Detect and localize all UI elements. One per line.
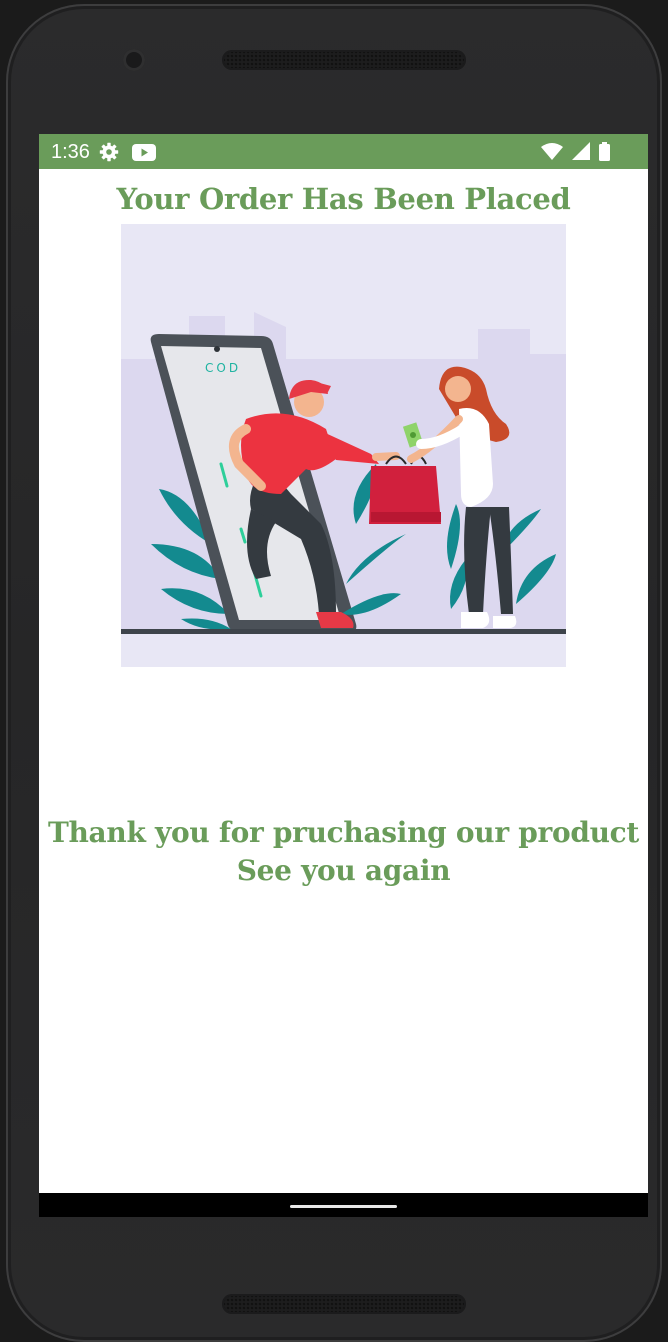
gear-icon: [99, 142, 119, 166]
status-bar: 1:36: [39, 134, 648, 169]
status-icons: [537, 142, 610, 161]
thank-you-message: Thank you for pruchasing our product See…: [39, 814, 648, 890]
wifi-icon: [540, 143, 563, 160]
battery-icon: [599, 142, 610, 161]
page-title: Your Order Has Been Placed: [116, 182, 571, 216]
phone-frame: 1:36 Your Order Has Been Placed COD Than…: [6, 4, 662, 1342]
home-handle[interactable]: [290, 1205, 397, 1208]
thank-you-line-1: Thank you for pruchasing our product: [47, 816, 640, 849]
front-camera: [123, 49, 145, 71]
cod-label: COD: [205, 361, 241, 375]
earpiece-speaker: [222, 50, 466, 70]
bottom-speaker: [222, 1294, 466, 1314]
signal-icon: [571, 142, 590, 160]
screen: 1:36 Your Order Has Been Placed COD Than…: [39, 134, 648, 1217]
youtube-icon: [132, 144, 156, 165]
thank-you-line-2: See you again: [236, 854, 451, 887]
order-illustration: COD: [121, 224, 566, 667]
status-time: 1:36: [51, 141, 90, 163]
navigation-bar: [39, 1193, 648, 1217]
